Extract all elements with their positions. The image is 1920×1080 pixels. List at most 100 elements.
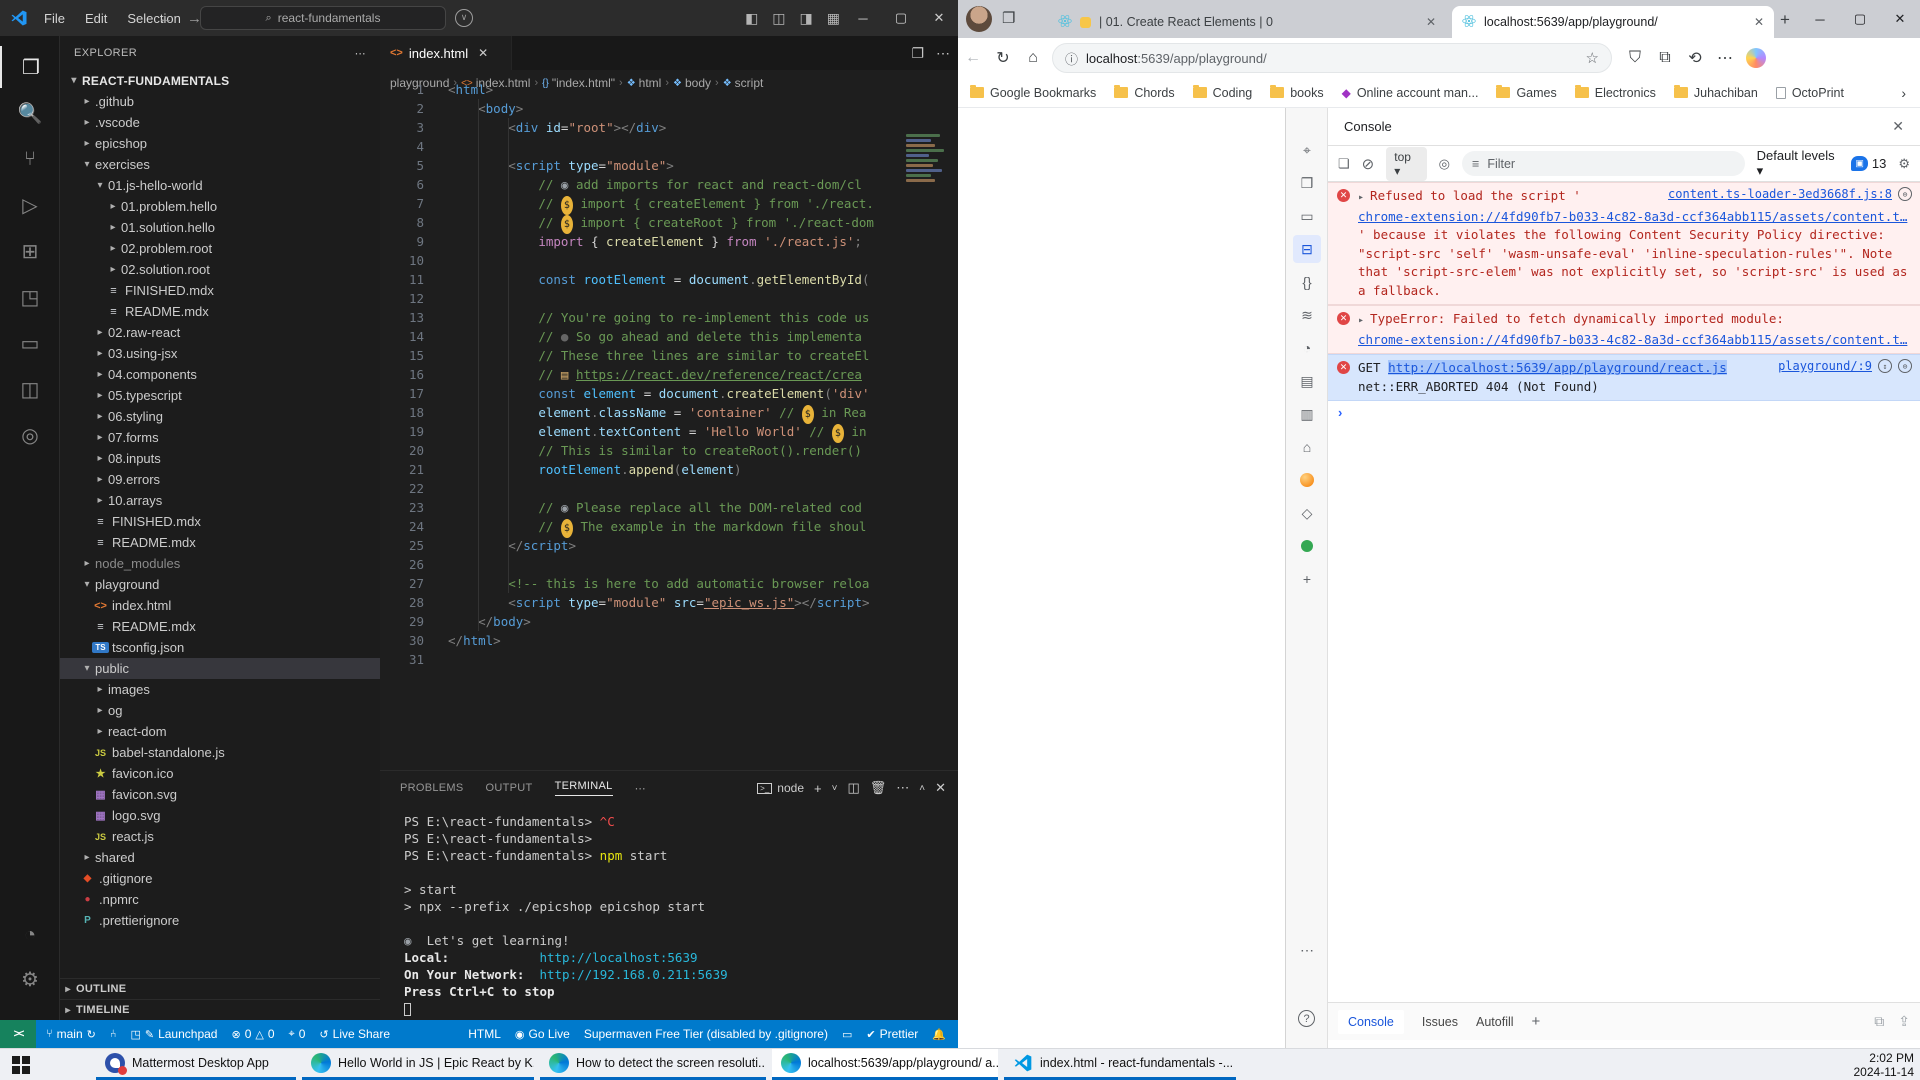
tab-close-icon[interactable]: ✕ (478, 46, 488, 60)
settings-gear-icon[interactable]: ⚙ (0, 958, 60, 1000)
css-overview-icon[interactable]: ◇ (1293, 499, 1321, 527)
tree-item-07-forms[interactable]: ▸07.forms (60, 427, 380, 448)
panel-tab-terminal[interactable]: TERMINAL (555, 780, 613, 796)
timeline-section[interactable]: ▸TIMELINE (60, 999, 380, 1020)
copilot-icon[interactable] (1746, 48, 1766, 68)
source-control-icon[interactable]: ⑂ (0, 138, 60, 180)
tree-item-09-errors[interactable]: ▸09.errors (60, 469, 380, 490)
bookmark-online-account-man-[interactable]: ◆Online account man... (1342, 86, 1479, 100)
taskbar-button-1[interactable]: Mattermost Desktop App (96, 1049, 296, 1080)
live-expression-eye-icon[interactable]: ◎ (1439, 156, 1450, 172)
testing-icon[interactable]: ◳ (0, 276, 60, 318)
tree-item-04-components[interactable]: ▸04.components (60, 364, 380, 385)
device-toolbar-icon[interactable]: ❒ (1293, 169, 1321, 197)
tree-item-epicshop[interactable]: ▸epicshop (60, 133, 380, 154)
menu-edit[interactable]: Edit (77, 7, 115, 30)
panel-tabs[interactable]: PROBLEMS OUTPUT TERMINAL ⋯ (400, 771, 646, 805)
more-tools-icon[interactable]: + (1293, 565, 1321, 593)
tab-index-html[interactable]: <> index.html ✕ (380, 36, 512, 70)
bookmark-electronics[interactable]: Electronics (1575, 86, 1656, 100)
command-center-search[interactable]: ⌕react-fundamentals (200, 6, 446, 30)
performance-icon[interactable]: ◔ (1293, 334, 1321, 362)
panel-actions[interactable]: >_node +˅ ◫🗑 ⋯˄✕ (757, 771, 946, 805)
terminal-shell-label[interactable]: >_node (757, 781, 804, 795)
new-tab-button[interactable]: + (1780, 10, 1790, 30)
minimap[interactable] (906, 134, 948, 198)
console-prompt-chevron[interactable]: › (1338, 405, 1358, 420)
docker-icon[interactable]: ◫ (0, 368, 60, 410)
tree-item-readme-mdx[interactable]: ≡README.mdx (60, 301, 380, 322)
sources-icon[interactable]: {} (1293, 268, 1321, 296)
bookmark-google-bookmarks[interactable]: Google Bookmarks (970, 86, 1096, 100)
taskbar-clock[interactable]: 2:02 PM 2024-11-14 (1854, 1051, 1915, 1079)
site-info-icon[interactable]: ⓘ (1065, 49, 1078, 68)
memory-icon[interactable]: ▤ (1293, 367, 1321, 395)
problems-item[interactable]: ⊗0△0 (231, 1027, 274, 1041)
panel-tab-problems[interactable]: PROBLEMS (400, 782, 464, 794)
history-icon[interactable]: ⟲ (1680, 48, 1710, 68)
issue-counter-icon[interactable]: ↕ (1878, 359, 1892, 373)
bookmark-books[interactable]: books (1270, 86, 1323, 100)
dock-icon[interactable]: ❏ (1338, 156, 1350, 172)
tree-item-node-modules[interactable]: ▸node_modules (60, 553, 380, 574)
tree-item-images[interactable]: ▸images (60, 679, 380, 700)
tree-item-06-styling[interactable]: ▸06.styling (60, 406, 380, 427)
browser-echo-icon[interactable] (1293, 466, 1321, 494)
collections-icon[interactable]: ⛉ (1620, 49, 1650, 67)
tab-close-icon[interactable]: ✕ (1754, 15, 1764, 29)
editor-actions[interactable]: ❐⋯ (911, 36, 950, 70)
console-insights-icon[interactable]: ▣ (1851, 156, 1868, 171)
bookmark-juhachiban[interactable]: Juhachiban (1674, 86, 1758, 100)
address-bar[interactable]: ⓘ localhost:5639/app/playground/ ☆ (1052, 43, 1612, 73)
favorite-star-icon[interactable]: ☆ (1586, 49, 1599, 67)
taskbar-button-2[interactable]: Hello World in JS | Epic React by K... (302, 1049, 534, 1080)
panel-tab-output[interactable]: OUTPUT (486, 782, 533, 794)
tree-item-og[interactable]: ▸og (60, 700, 380, 721)
welcome-icon[interactable]: ▭ (1293, 202, 1321, 230)
application-icon[interactable]: ▥ (1293, 400, 1321, 428)
notifications-bell-item[interactable]: 🔔 (932, 1028, 946, 1041)
panel-tab-[interactable]: ⋯ (635, 782, 646, 795)
split-screen-icon[interactable]: ⧉ (1650, 49, 1680, 67)
tab-close-icon[interactable]: ✕ (1426, 15, 1436, 29)
tree-item-react-js[interactable]: JSreact.js (60, 826, 380, 847)
extension-badge-icon[interactable]: ⊜ (1898, 359, 1912, 373)
code-area[interactable]: 1<html>2 <body>3 <div id="root"></div>45… (380, 80, 958, 770)
tree-item-exercises[interactable]: ▾exercises (60, 154, 380, 175)
log-levels-selector[interactable]: Default levels ▾ (1757, 148, 1840, 179)
branch-item[interactable]: ⑂main↻ (46, 1027, 96, 1041)
start-button[interactable] (12, 1056, 30, 1074)
tree-item-01-problem-hello[interactable]: ▸01.problem.hello (60, 196, 380, 217)
tree-item-playground[interactable]: ▾playground (60, 574, 380, 595)
workspaces-icon[interactable]: ❐ (1002, 9, 1015, 27)
tree-item-01-js-hello-world[interactable]: ▾01.js-hello-world (60, 175, 380, 196)
nav-history-arrows[interactable]: ←→ (158, 0, 202, 36)
terminal-output[interactable]: PS E:\react-fundamentals> ^CPS E:\react-… (404, 813, 954, 1017)
remote-explorer-icon[interactable]: ▭ (0, 322, 60, 364)
extension-dot-icon[interactable] (1293, 532, 1321, 560)
branch-compare-item[interactable]: ⑃ (110, 1028, 117, 1040)
tree-item--npmrc[interactable]: ●.npmrc (60, 889, 380, 910)
help-icon[interactable]: ? (1298, 1010, 1315, 1027)
dock-side-icon[interactable]: ⧉ (1874, 1013, 1884, 1030)
ports-item[interactable]: ⌖0 (289, 1027, 306, 1041)
tree-item-favicon-svg[interactable]: ▦favicon.svg (60, 784, 380, 805)
devtools-close-icon[interactable]: ✕ (1892, 118, 1904, 135)
tree-item-02-raw-react[interactable]: ▸02.raw-react (60, 322, 380, 343)
tree-item--prettierignore[interactable]: P.prettierignore (60, 910, 380, 931)
tree-item-05-typescript[interactable]: ▸05.typescript (60, 385, 380, 406)
filter-input[interactable]: ≡Filter (1462, 151, 1745, 176)
browser-tab-2[interactable]: localhost:5639/app/playground/✕ (1452, 6, 1774, 38)
source-link[interactable]: content.ts-loader-3ed3668f.js:8 (1668, 187, 1892, 201)
network-icon[interactable]: ≋ (1293, 301, 1321, 329)
tree-item-finished-mdx[interactable]: ≡FINISHED.mdx (60, 511, 380, 532)
tree-item-02-problem-root[interactable]: ▸02.problem.root (60, 238, 380, 259)
tree-item-tsconfig-json[interactable]: TStsconfig.json (60, 637, 380, 658)
extension-badge-icon[interactable]: ⊜ (1898, 187, 1912, 201)
tree-item--gitignore[interactable]: ◆.gitignore (60, 868, 380, 889)
inspect-icon[interactable]: ⌖ (1293, 136, 1321, 164)
tree-item-10-arrays[interactable]: ▸10.arrays (60, 490, 380, 511)
drawer-tab-console[interactable]: Console (1338, 1010, 1404, 1034)
tree-item-01-solution-hello[interactable]: ▸01.solution.hello (60, 217, 380, 238)
settings-more-icon[interactable]: ⋯ (1710, 48, 1740, 68)
